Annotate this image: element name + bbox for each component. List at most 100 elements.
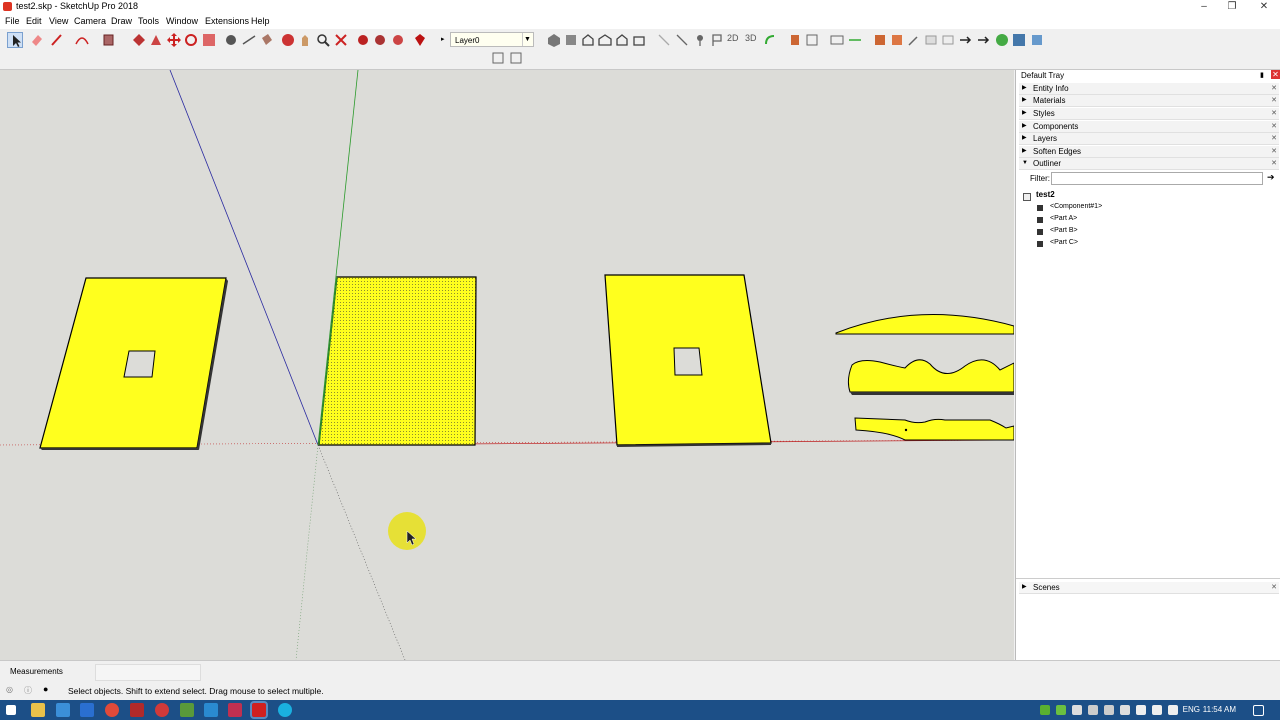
dxf-export-alt-icon[interactable] <box>976 32 992 48</box>
outliner-root[interactable]: test2 <box>1036 190 1055 200</box>
taskbar-app-icon[interactable] <box>130 703 144 717</box>
panel-layers[interactable]: ▶ Layers ✕ <box>1019 133 1279 145</box>
arrow-both-icon[interactable] <box>847 32 863 48</box>
settings-icon[interactable] <box>1011 32 1027 48</box>
box-icon[interactable] <box>872 32 888 48</box>
outliner-item[interactable]: <Part A> <box>1050 214 1077 224</box>
layer-dropdown[interactable]: Layer0 ▼ <box>450 32 534 47</box>
scale-tool-icon[interactable] <box>201 32 217 48</box>
eraser-tool-icon[interactable] <box>29 32 45 48</box>
close-button[interactable]: ✕ <box>1248 0 1280 14</box>
window-icon[interactable] <box>1029 32 1045 48</box>
pin-tray-icon[interactable]: ▮ <box>1260 71 1264 79</box>
info-icon[interactable]: ⓘ <box>24 685 32 696</box>
menu-tools[interactable]: Tools <box>138 16 159 26</box>
menu-edit[interactable]: Edit <box>26 16 42 26</box>
model-viewport[interactable] <box>0 70 1014 660</box>
measurements-input[interactable] <box>95 664 201 681</box>
filter-input[interactable] <box>1051 172 1263 185</box>
arc-tool-icon[interactable] <box>74 32 90 48</box>
flag-icon[interactable] <box>709 32 725 48</box>
sketchup-taskbar-icon[interactable] <box>250 701 268 719</box>
dxf-export-icon[interactable] <box>958 32 974 48</box>
left-view-icon[interactable] <box>631 32 647 48</box>
orbit-tool-icon[interactable] <box>280 32 296 48</box>
move-tool-icon[interactable] <box>166 32 182 48</box>
view-3d-button[interactable]: 3D <box>745 33 757 43</box>
panel-styles[interactable]: ▶ Styles ✕ <box>1019 108 1279 120</box>
menu-extensions[interactable]: Extensions <box>205 16 249 26</box>
skype-icon[interactable] <box>278 703 292 717</box>
pin-icon[interactable] <box>692 32 708 48</box>
ruby-console-icon[interactable] <box>412 32 428 48</box>
browser-icon[interactable] <box>56 703 70 717</box>
dxf-import-icon[interactable] <box>490 50 506 66</box>
menu-help[interactable]: Help <box>251 16 270 26</box>
add-icon[interactable] <box>994 32 1010 48</box>
panel-outliner[interactable]: ▼ Outliner ✕ <box>1019 158 1279 170</box>
front-view-icon[interactable] <box>580 32 596 48</box>
menu-view[interactable]: View <box>49 16 68 26</box>
panel-scenes[interactable]: ▶ Scenes ✕ <box>1019 582 1279 594</box>
section-plane-icon[interactable] <box>656 32 672 48</box>
taskbar-app-icon[interactable] <box>155 703 169 717</box>
taskbar-app-icon[interactable] <box>228 703 242 717</box>
menu-draw[interactable]: Draw <box>111 16 132 26</box>
panel-soften-edges[interactable]: ▶ Soften Edges ✕ <box>1019 146 1279 158</box>
menu-file[interactable]: File <box>5 16 20 26</box>
panel-entity-info[interactable]: ▶ Entity Info ✕ <box>1019 83 1279 95</box>
tape-measure-icon[interactable] <box>223 32 239 48</box>
zoom-tool-icon[interactable] <box>315 32 331 48</box>
panel-components[interactable]: ▶ Components ✕ <box>1019 121 1279 133</box>
cutlist-icon[interactable] <box>923 32 939 48</box>
menu-camera[interactable]: Camera <box>74 16 106 26</box>
volume-icon[interactable] <box>1136 705 1146 715</box>
edit-component-icon[interactable] <box>906 32 922 48</box>
user-icon[interactable]: ● <box>43 684 48 694</box>
top-view-icon[interactable] <box>563 32 579 48</box>
network-icon[interactable] <box>1152 705 1162 715</box>
line-tool-icon[interactable] <box>49 32 65 48</box>
view-2d-button[interactable]: 2D <box>727 33 739 43</box>
taskbar-app-icon[interactable] <box>80 703 94 717</box>
clock[interactable]: 11:54 AM <box>1203 705 1236 714</box>
windows-start-icon[interactable] <box>6 705 16 715</box>
right-view-icon[interactable] <box>597 32 613 48</box>
maximize-button[interactable]: ❐ <box>1216 0 1248 14</box>
taskbar-app-icon[interactable] <box>204 703 218 717</box>
follow-me-tool-icon[interactable] <box>148 32 164 48</box>
wifi-icon[interactable] <box>1168 705 1178 715</box>
chrome-icon[interactable] <box>105 703 119 717</box>
select-tool-icon[interactable] <box>7 32 23 48</box>
filter-options-icon[interactable]: ➔ <box>1267 172 1275 183</box>
tray-icon[interactable] <box>1104 705 1114 715</box>
zoom-extents-icon[interactable] <box>333 32 349 48</box>
tray-icon[interactable] <box>1072 705 1082 715</box>
tray-icon[interactable] <box>1120 705 1130 715</box>
dxf-import-alt-icon[interactable] <box>508 50 524 66</box>
component-icon[interactable] <box>889 32 905 48</box>
menu-window[interactable]: Window <box>166 16 198 26</box>
dimensions-icon[interactable] <box>829 32 845 48</box>
back-view-icon[interactable] <box>614 32 630 48</box>
outliner-item[interactable]: <Part B> <box>1050 226 1078 236</box>
tray-icon[interactable] <box>1056 705 1066 715</box>
panel-materials[interactable]: ▶ Materials ✕ <box>1019 95 1279 107</box>
push-pull-tool-icon[interactable] <box>131 32 147 48</box>
file-explorer-icon[interactable] <box>31 703 45 717</box>
extension-warehouse-icon[interactable] <box>390 32 406 48</box>
geo-location-icon[interactable]: ◎ <box>6 685 13 694</box>
notification-icon[interactable] <box>1253 705 1264 716</box>
iso-view-icon[interactable] <box>546 32 562 48</box>
sheet-icon[interactable] <box>940 32 956 48</box>
rectangle-tool-icon[interactable] <box>101 32 117 48</box>
paint-bucket-icon[interactable] <box>258 32 274 48</box>
warehouse-icon[interactable] <box>355 32 371 48</box>
tray-icon[interactable] <box>1088 705 1098 715</box>
model-canvas[interactable] <box>0 70 1014 660</box>
refresh-icon[interactable] <box>762 32 778 48</box>
taskbar-app-icon[interactable] <box>180 703 194 717</box>
pan-tool-icon[interactable] <box>297 32 313 48</box>
close-tray-icon[interactable]: ✕ <box>1271 70 1280 79</box>
tray-icon[interactable] <box>1040 705 1050 715</box>
